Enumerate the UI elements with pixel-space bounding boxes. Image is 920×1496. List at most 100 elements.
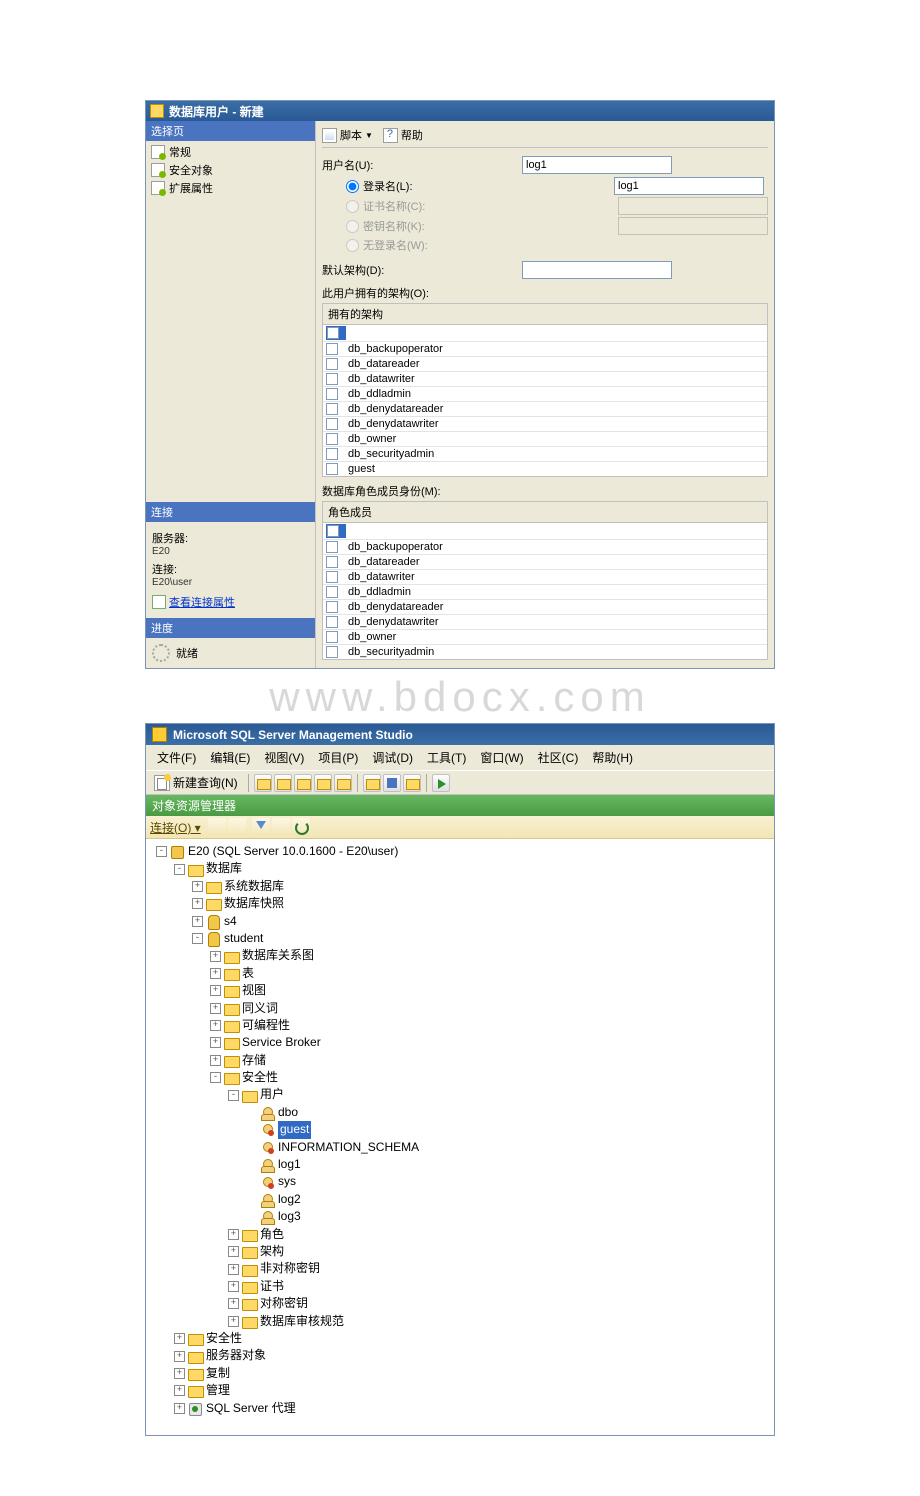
checkbox[interactable]: [327, 525, 339, 537]
tree-node[interactable]: +s4: [148, 913, 772, 930]
expander-icon[interactable]: [246, 1177, 257, 1188]
expander-icon[interactable]: +: [174, 1403, 185, 1414]
schema-row[interactable]: db_accessadmin: [323, 325, 767, 342]
help-button[interactable]: 帮助: [383, 127, 423, 143]
menu-item[interactable]: 调试(D): [365, 747, 420, 768]
defaultschema-input[interactable]: [522, 261, 672, 279]
oe-connect-icon[interactable]: [208, 818, 226, 836]
tree-node[interactable]: dbo: [148, 1104, 772, 1121]
tree-node[interactable]: -数据库: [148, 860, 772, 877]
object-explorer-tree[interactable]: -E20 (SQL Server 10.0.1600 - E20\user)-数…: [146, 839, 774, 1435]
expander-icon[interactable]: +: [210, 1003, 221, 1014]
expander-icon[interactable]: +: [174, 1368, 185, 1379]
expander-icon[interactable]: +: [192, 881, 203, 892]
tree-node[interactable]: +角色: [148, 1226, 772, 1243]
menu-item[interactable]: 文件(F): [150, 747, 203, 768]
checkbox[interactable]: [326, 463, 338, 475]
checkbox[interactable]: [326, 571, 338, 583]
expander-icon[interactable]: -: [210, 1072, 221, 1083]
connect-dropdown[interactable]: 连接(O) ▾: [150, 819, 201, 836]
schema-row[interactable]: guest: [323, 462, 767, 476]
tree-node[interactable]: -E20 (SQL Server 10.0.1600 - E20\user): [148, 843, 772, 860]
expander-icon[interactable]: [246, 1211, 257, 1222]
menu-item[interactable]: 帮助(H): [585, 747, 640, 768]
tree-node[interactable]: +数据库快照: [148, 895, 772, 912]
checkbox[interactable]: [326, 403, 338, 415]
tree-node[interactable]: +SQL Server 代理: [148, 1400, 772, 1417]
menu-item[interactable]: 项目(P): [311, 747, 365, 768]
schema-row[interactable]: db_datareader: [323, 357, 767, 372]
expander-icon[interactable]: +: [210, 1020, 221, 1031]
login-radio[interactable]: [346, 180, 359, 193]
expander-icon[interactable]: +: [228, 1229, 239, 1240]
expander-icon[interactable]: +: [228, 1264, 239, 1275]
toolbar-icon-1[interactable]: [254, 774, 272, 792]
checkbox[interactable]: [326, 586, 338, 598]
tree-node[interactable]: -student: [148, 930, 772, 947]
toolbar-icon-3[interactable]: [294, 774, 312, 792]
menu-item[interactable]: 视图(V): [257, 747, 311, 768]
tree-node[interactable]: log1: [148, 1156, 772, 1173]
tree-node[interactable]: log2: [148, 1191, 772, 1208]
new-query-button[interactable]: 新建查询(N): [150, 773, 242, 792]
schema-row[interactable]: db_owner: [323, 432, 767, 447]
tree-node[interactable]: +复制: [148, 1365, 772, 1382]
oe-disconnect-icon[interactable]: [228, 818, 246, 836]
checkbox[interactable]: [326, 388, 338, 400]
schema-row[interactable]: db_backupoperator: [323, 342, 767, 357]
checkbox[interactable]: [326, 448, 338, 460]
tree-node[interactable]: +服务器对象: [148, 1347, 772, 1364]
username-input[interactable]: [522, 156, 672, 174]
expander-icon[interactable]: [246, 1194, 257, 1205]
expander-icon[interactable]: +: [192, 898, 203, 909]
checkbox[interactable]: [326, 601, 338, 613]
tree-node[interactable]: +非对称密钥: [148, 1260, 772, 1277]
checkbox[interactable]: [326, 646, 338, 658]
tree-node[interactable]: INFORMATION_SCHEMA: [148, 1139, 772, 1156]
checkbox[interactable]: [326, 358, 338, 370]
tree-node[interactable]: -用户: [148, 1086, 772, 1103]
saveall-icon[interactable]: [403, 774, 421, 792]
checkbox[interactable]: [326, 343, 338, 355]
role-row[interactable]: db_owner: [323, 630, 767, 645]
role-row[interactable]: db_ddladmin: [323, 585, 767, 600]
schema-row[interactable]: db_ddladmin: [323, 387, 767, 402]
role-row[interactable]: db_datareader: [323, 555, 767, 570]
checkbox[interactable]: [326, 616, 338, 628]
expander-icon[interactable]: +: [210, 1037, 221, 1048]
tree-node[interactable]: +数据库审核规范: [148, 1313, 772, 1330]
checkbox[interactable]: [326, 631, 338, 643]
checkbox[interactable]: [326, 541, 338, 553]
expander-icon[interactable]: [246, 1124, 257, 1135]
role-row[interactable]: db_denydatawriter: [323, 615, 767, 630]
toolbar-icon-2[interactable]: [274, 774, 292, 792]
oe-refresh-icon[interactable]: [292, 818, 310, 836]
expander-icon[interactable]: -: [174, 864, 185, 875]
save-icon[interactable]: [383, 774, 401, 792]
tree-node[interactable]: +架构: [148, 1243, 772, 1260]
oe-stop-icon[interactable]: [272, 818, 290, 836]
page-安全对象[interactable]: 安全对象: [148, 161, 313, 179]
tree-node[interactable]: +管理: [148, 1382, 772, 1399]
expander-icon[interactable]: +: [228, 1316, 239, 1327]
schema-row[interactable]: db_securityadmin: [323, 447, 767, 462]
role-row[interactable]: db_accessadmin: [323, 523, 767, 540]
role-membership-grid[interactable]: db_accessadmindb_backupoperatordb_datare…: [322, 522, 768, 660]
tree-node[interactable]: +同义词: [148, 1000, 772, 1017]
tree-node[interactable]: +表: [148, 965, 772, 982]
dialog-titlebar[interactable]: 数据库用户 - 新建: [146, 101, 774, 121]
page-扩展属性[interactable]: 扩展属性: [148, 179, 313, 197]
tree-node[interactable]: +对称密钥: [148, 1295, 772, 1312]
role-row[interactable]: db_denydatareader: [323, 600, 767, 615]
login-input[interactable]: [614, 177, 764, 195]
expander-icon[interactable]: +: [174, 1385, 185, 1396]
schema-row[interactable]: db_datawriter: [323, 372, 767, 387]
expander-icon[interactable]: +: [210, 968, 221, 979]
expander-icon[interactable]: +: [210, 1055, 221, 1066]
tree-node[interactable]: +存储: [148, 1052, 772, 1069]
role-row[interactable]: db_backupoperator: [323, 540, 767, 555]
expander-icon[interactable]: -: [192, 933, 203, 944]
tree-node[interactable]: +证书: [148, 1278, 772, 1295]
checkbox[interactable]: [327, 327, 339, 339]
tree-node[interactable]: +视图: [148, 982, 772, 999]
